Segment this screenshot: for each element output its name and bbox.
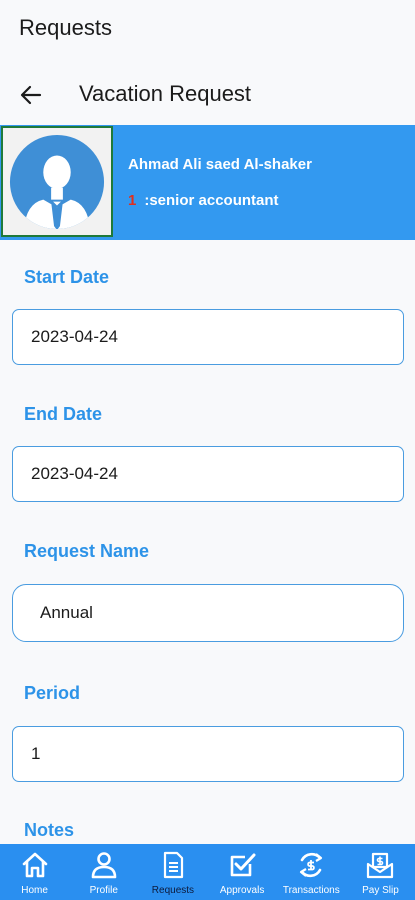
request-name-label: Request Name xyxy=(24,541,150,561)
arrow-left-icon xyxy=(20,85,42,105)
app-bar: Vacation Request xyxy=(0,70,415,120)
back-button[interactable] xyxy=(14,78,48,112)
notes-label: Notes xyxy=(24,820,75,840)
nav-approvals-label: Approvals xyxy=(219,885,265,896)
nav-requests[interactable]: Requests xyxy=(138,844,207,900)
nav-pay-slip-label: Pay Slip xyxy=(362,885,399,896)
person-avatar-icon xyxy=(9,134,105,229)
nav-pay-slip[interactable]: Pay Slip xyxy=(346,844,415,900)
start-date-label: Start Date xyxy=(24,267,110,287)
nav-profile-label: Profile xyxy=(89,885,118,896)
employee-name: Ahmad Ali saed Al-shaker xyxy=(128,156,312,173)
nav-home-label: Home xyxy=(21,885,48,896)
start-date-field[interactable] xyxy=(12,309,404,365)
employee-card: Ahmad Ali saed Al-shaker 1 :senior accoun… xyxy=(0,125,415,240)
home-icon xyxy=(22,852,47,878)
document-icon xyxy=(163,851,184,879)
profile-icon xyxy=(91,852,117,879)
nav-approvals[interactable]: Approvals xyxy=(208,844,277,900)
employee-role-line: 1 :senior accountant xyxy=(128,192,279,209)
employee-id: 1 xyxy=(128,192,137,209)
nav-home[interactable]: Home xyxy=(0,844,69,900)
employee-role: :senior accountant xyxy=(144,192,279,209)
page-title: Requests xyxy=(19,15,112,40)
nav-profile[interactable]: Profile xyxy=(69,844,138,900)
period-field[interactable] xyxy=(12,726,404,782)
nav-transactions[interactable]: Transactions xyxy=(277,844,346,900)
end-date-label: End Date xyxy=(24,404,103,424)
nav-transactions-label: Transactions xyxy=(282,885,340,896)
end-date-field[interactable] xyxy=(12,446,404,502)
bottom-navigation: Home Profile Requests Approvals Transact… xyxy=(0,844,415,900)
nav-requests-label: Requests xyxy=(151,885,195,896)
checkbox-icon xyxy=(230,853,256,877)
screen-title: Vacation Request xyxy=(79,81,252,106)
pay-slip-icon xyxy=(367,852,394,879)
transactions-icon xyxy=(300,852,323,878)
avatar xyxy=(1,126,113,237)
request-name-select[interactable]: Annual xyxy=(12,584,404,642)
period-label: Period xyxy=(24,683,81,703)
